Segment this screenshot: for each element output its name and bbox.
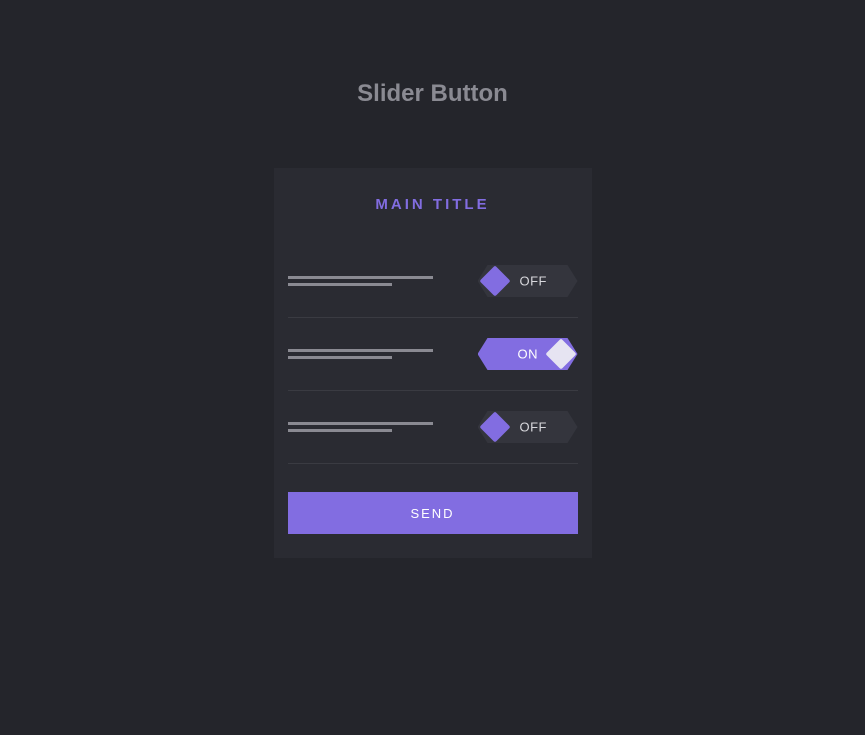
toggle-label: OFF xyxy=(520,274,548,289)
placeholder-line xyxy=(288,349,433,352)
form-card: MAIN TITLE OFF ON OFF SEND xyxy=(274,168,592,558)
option-row-2: OFF xyxy=(288,391,578,464)
placeholder-line xyxy=(288,422,433,425)
option-row-0: OFF xyxy=(288,245,578,318)
placeholder-lines xyxy=(288,422,433,432)
toggle-label: OFF xyxy=(520,420,548,435)
placeholder-lines xyxy=(288,276,433,286)
toggle-knob-icon xyxy=(479,411,510,442)
toggle-knob-icon xyxy=(545,338,576,369)
placeholder-line xyxy=(288,276,433,279)
placeholder-lines xyxy=(288,349,433,359)
toggle-2[interactable]: OFF xyxy=(478,411,578,443)
toggle-1[interactable]: ON xyxy=(478,338,578,370)
toggle-knob-icon xyxy=(479,265,510,296)
toggle-label: ON xyxy=(518,347,539,362)
toggle-0[interactable]: OFF xyxy=(478,265,578,297)
option-row-1: ON xyxy=(288,318,578,391)
placeholder-line xyxy=(288,356,392,359)
placeholder-line xyxy=(288,429,392,432)
send-button[interactable]: SEND xyxy=(288,492,578,534)
placeholder-line xyxy=(288,283,392,286)
card-title: MAIN TITLE xyxy=(288,196,578,213)
page-title: Slider Button xyxy=(0,80,865,108)
